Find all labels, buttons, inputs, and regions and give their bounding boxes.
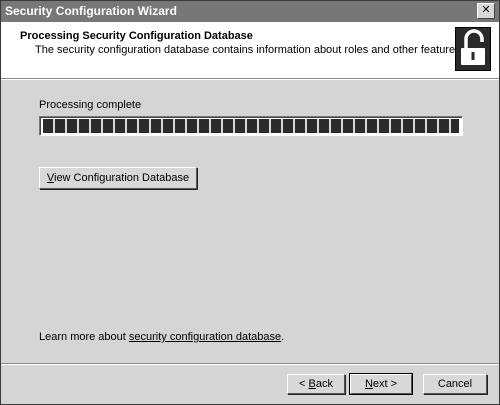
back-button-prefix: < <box>299 378 309 390</box>
wizard-window: Security Configuration Wizard ✕ Processi… <box>0 0 500 405</box>
learn-more-text: Learn more about security configuration … <box>39 331 284 343</box>
next-button-mnemonic: N <box>364 378 373 390</box>
progress-bar <box>39 116 463 136</box>
window-title: Security Configuration Wizard <box>5 4 177 18</box>
cancel-button[interactable]: Cancel <box>423 374 487 394</box>
back-button[interactable]: < Back <box>287 374 345 394</box>
back-button-label: ack <box>315 378 333 390</box>
progress-label: Processing complete <box>39 99 142 111</box>
progress-fill <box>43 119 459 133</box>
view-button-mnemonic: V <box>46 172 54 184</box>
next-button[interactable]: Next > <box>349 373 413 395</box>
cancel-button-label: Cancel <box>437 378 473 390</box>
footer-separator <box>1 363 499 365</box>
title-bar[interactable]: Security Configuration Wizard ✕ <box>1 1 499 22</box>
learn-more-prefix: Learn more about <box>39 331 129 343</box>
open-padlock-icon <box>455 27 491 71</box>
learn-more-suffix: . <box>281 331 285 343</box>
back-button-mnemonic: B <box>308 378 316 390</box>
close-icon: ✕ <box>481 4 491 16</box>
wizard-header: Processing Security Configuration Databa… <box>1 22 499 79</box>
next-button-label: ext > <box>372 378 398 390</box>
page-title: Processing Security Configuration Databa… <box>20 30 253 42</box>
view-configuration-database-button[interactable]: View Configuration Database <box>39 167 197 189</box>
close-button[interactable]: ✕ <box>477 3 495 19</box>
page-subtitle: The security configuration database cont… <box>35 44 464 56</box>
view-button-label: iew Configuration Database <box>54 172 190 184</box>
learn-more-link[interactable]: security configuration database <box>129 331 281 343</box>
